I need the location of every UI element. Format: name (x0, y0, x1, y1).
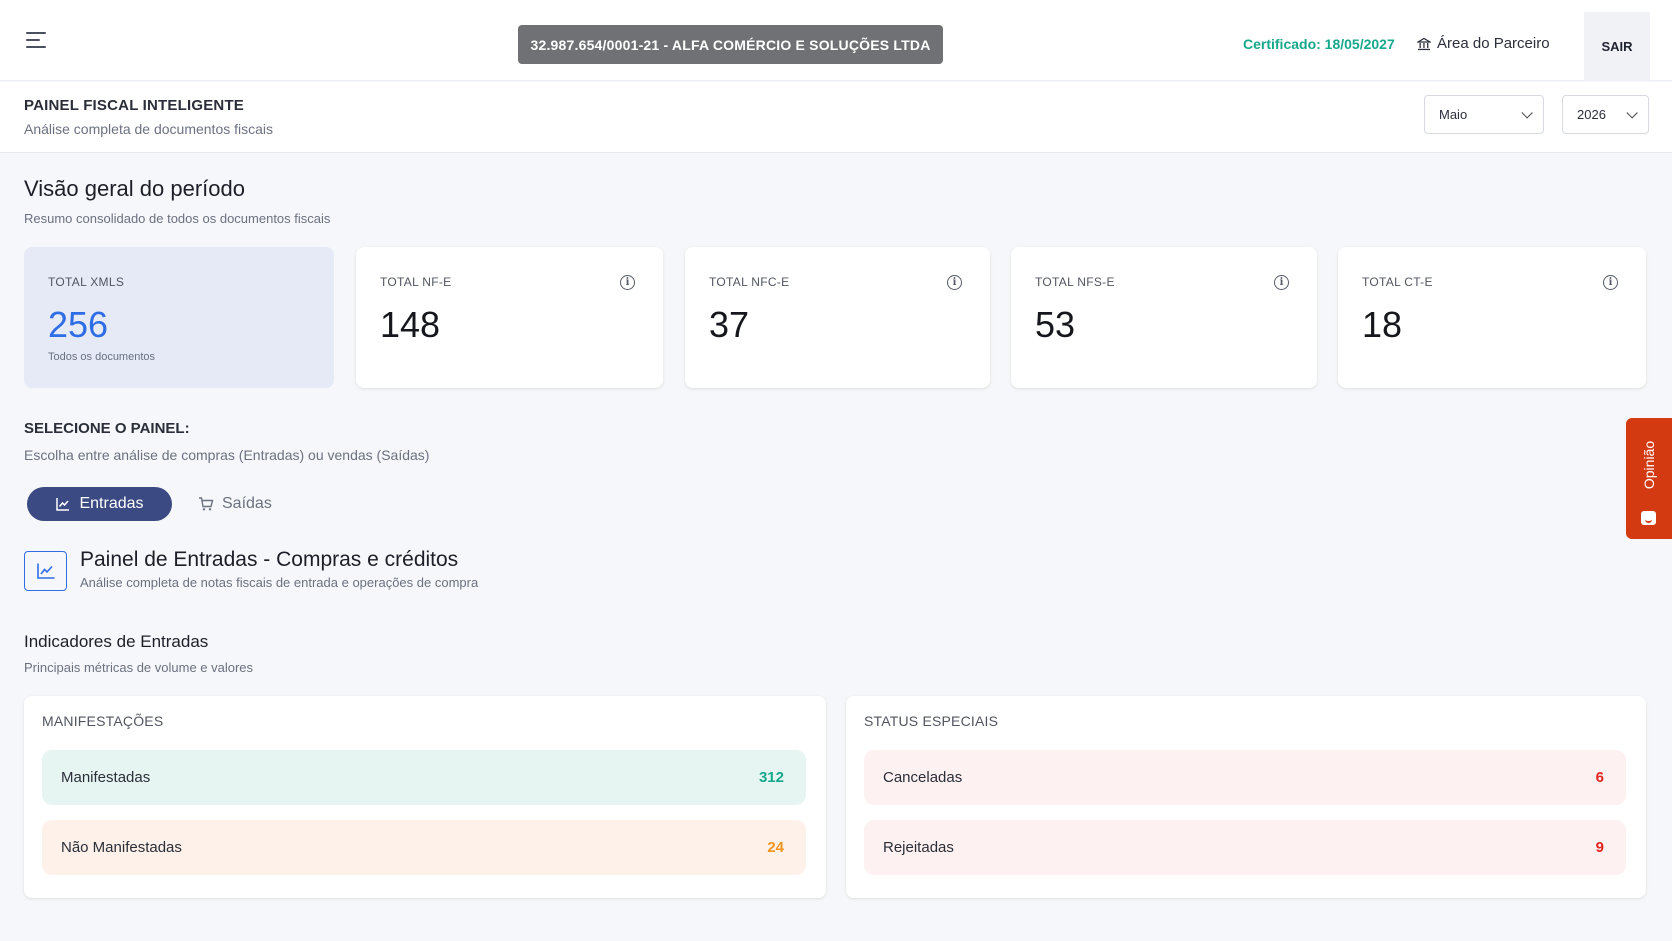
card-label: TOTAL NF-E (380, 275, 452, 289)
row-label: Não Manifestadas (61, 839, 182, 856)
card-note: Todos os documentos (48, 351, 156, 363)
canceladas-row: Canceladas 6 (864, 750, 1626, 805)
card-label: TOTAL CT-E (1362, 275, 1433, 289)
line-chart-icon (56, 498, 70, 511)
card-label: TOTAL NFC-E (709, 275, 790, 289)
status-heading: STATUS ESPECIAIS (864, 713, 999, 729)
chevron-down-icon (1521, 106, 1533, 119)
card-value: 37 (709, 304, 750, 345)
row-value: 312 (758, 769, 784, 786)
row-value: 9 (1595, 839, 1604, 856)
tab-saidas-label: Saídas (222, 495, 272, 512)
info-icon[interactable]: i (1274, 275, 1289, 290)
card-total-xmls: TOTAL XMLS 256 Todos os documentos (24, 247, 334, 388)
rejeitadas-row: Rejeitadas 9 (864, 820, 1626, 875)
status-especiais-card: STATUS ESPECIAIS Canceladas 6 Rejeitadas… (846, 696, 1646, 898)
manifestacoes-heading: MANIFESTAÇÕES (42, 713, 164, 729)
certificate-status: Certificado: 18/05/2027 (1243, 36, 1395, 52)
page-header: PAINEL FISCAL INTELIGENTE Análise comple… (0, 82, 1672, 153)
menu-icon[interactable] (26, 32, 50, 54)
overview-subtitle: Resumo consolidado de todos os documento… (24, 211, 331, 226)
tab-entradas-label: Entradas (79, 495, 144, 512)
page-title: PAINEL FISCAL INTELIGENTE (24, 97, 245, 114)
panel-title: Painel de Entradas - Compras e créditos (80, 548, 459, 571)
page-subtitle: Análise completa de documentos fiscais (24, 121, 274, 137)
info-icon[interactable]: i (1603, 275, 1618, 290)
partner-area-label: Área do Parceiro (1437, 35, 1550, 52)
top-bar: 32.987.654/0001-21 - ALFA COMÉRCIO E SOL… (0, 0, 1672, 81)
card-value: 256 (48, 304, 109, 345)
card-total-nfce: TOTAL NFC-E 37 i (685, 247, 990, 388)
card-label: TOTAL NFS-E (1035, 275, 1115, 289)
info-icon[interactable]: i (620, 275, 635, 290)
company-selector[interactable]: 32.987.654/0001-21 - ALFA COMÉRCIO E SOL… (518, 25, 943, 64)
line-chart-icon (24, 551, 67, 591)
card-value: 148 (380, 304, 441, 345)
row-label: Canceladas (883, 769, 963, 786)
manifestacoes-card: MANIFESTAÇÕES Manifestadas 312 Não Manif… (24, 696, 826, 898)
panel-subtitle: Análise completa de notas fiscais de ent… (80, 575, 479, 590)
card-value: 53 (1035, 304, 1076, 345)
cart-icon (199, 497, 214, 511)
card-total-nfse: TOTAL NFS-E 53 i (1011, 247, 1317, 388)
panel-select-subtitle: Escolha entre análise de compras (Entrad… (24, 447, 430, 463)
card-label: TOTAL XMLS (48, 275, 125, 289)
year-select[interactable]: 2026 (1562, 95, 1649, 134)
logout-button[interactable]: SAIR (1584, 12, 1650, 81)
row-value: 6 (1595, 769, 1604, 786)
card-total-cte: TOTAL CT-E 18 i (1338, 247, 1646, 388)
chevron-down-icon (1626, 106, 1638, 119)
smile-icon (1641, 511, 1656, 525)
row-label: Manifestadas (61, 769, 151, 786)
bank-icon (1417, 37, 1431, 50)
feedback-button[interactable]: Opinião (1626, 418, 1672, 539)
overview-title: Visão geral do período (24, 176, 245, 201)
partner-area-link[interactable]: Área do Parceiro (1417, 35, 1550, 52)
info-icon[interactable]: i (947, 275, 962, 290)
indicators-subtitle: Principais métricas de volume e valores (24, 660, 254, 675)
year-select-value: 2026 (1577, 107, 1606, 122)
row-label: Rejeitadas (883, 839, 954, 856)
feedback-label: Opinião (1641, 440, 1657, 490)
card-total-nfe: TOTAL NF-E 148 i (356, 247, 663, 388)
month-select[interactable]: Maio (1424, 95, 1544, 134)
nao-manifestadas-row: Não Manifestadas 24 (42, 820, 806, 875)
month-select-value: Maio (1439, 107, 1468, 122)
card-value: 18 (1362, 304, 1403, 345)
tab-saidas[interactable]: Saídas (198, 487, 272, 521)
panel-select-title: SELECIONE O PAINEL: (24, 420, 190, 437)
indicators-title: Indicadores de Entradas (24, 632, 209, 651)
row-value: 24 (767, 839, 784, 856)
manifestadas-row: Manifestadas 312 (42, 750, 806, 805)
tab-entradas[interactable]: Entradas (27, 487, 172, 521)
